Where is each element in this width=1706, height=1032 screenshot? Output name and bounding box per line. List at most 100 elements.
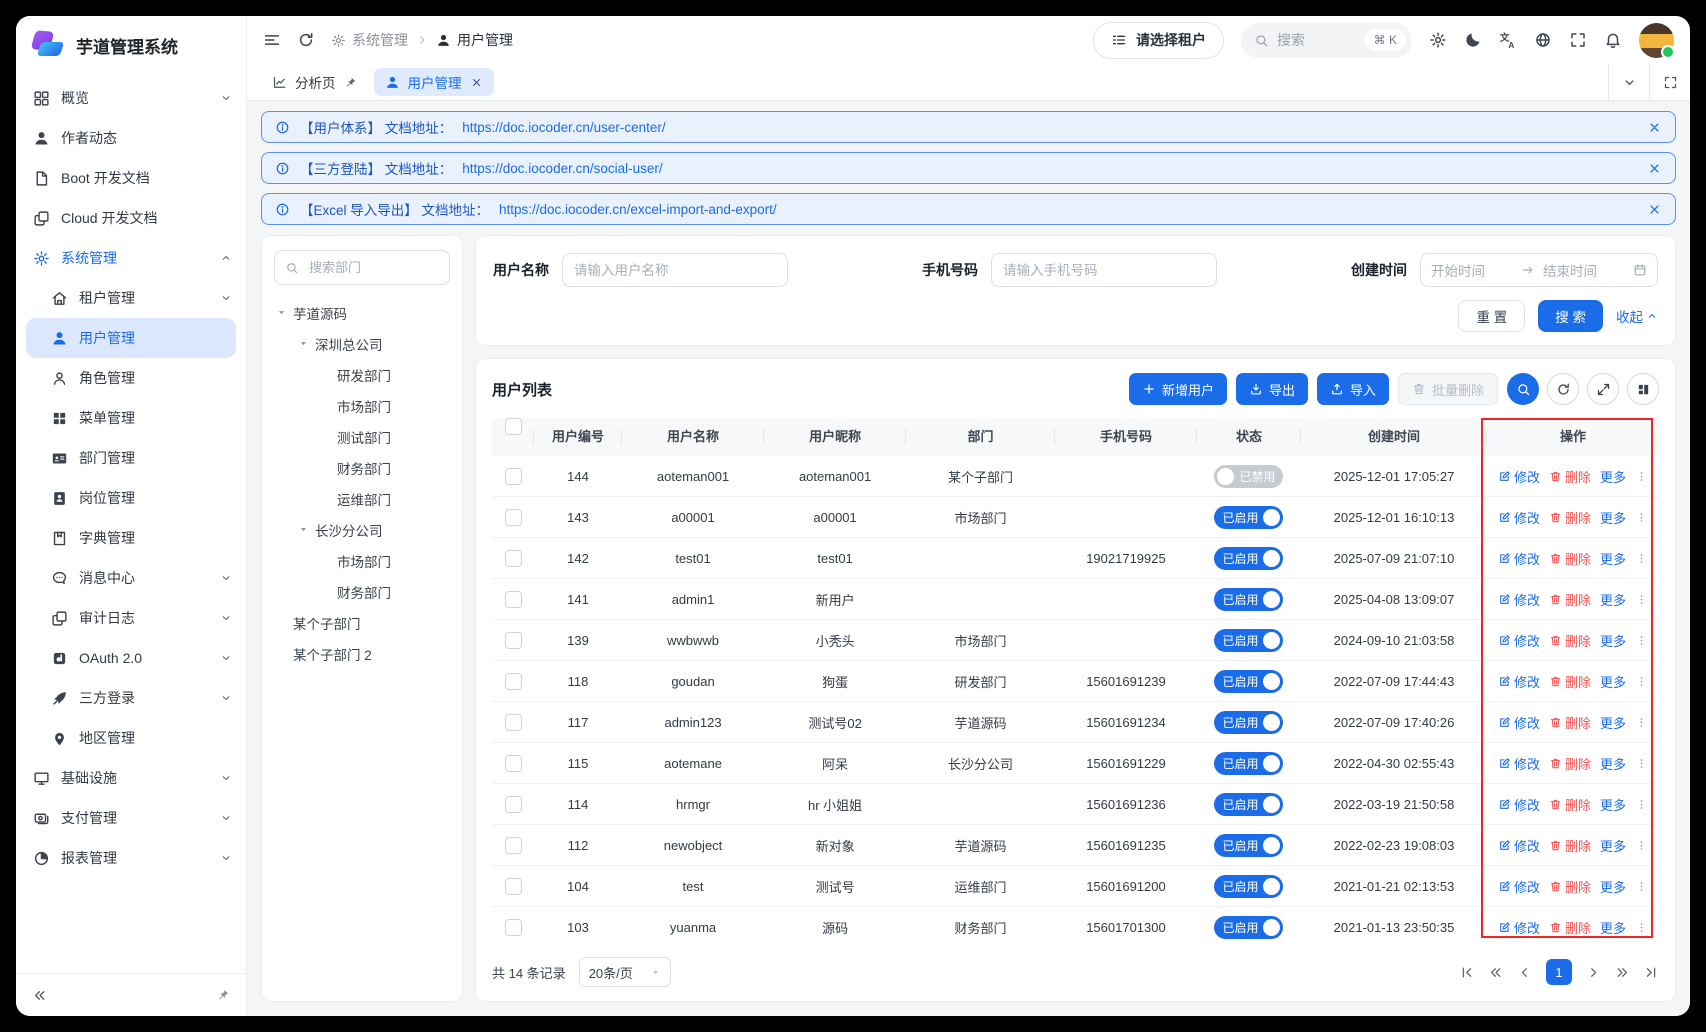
collapse-filter-link[interactable]: 收起	[1616, 306, 1658, 326]
sidebar-item[interactable]: 基础设施	[16, 758, 246, 798]
sidebar-item[interactable]: 审计日志	[16, 598, 246, 638]
sidebar-item[interactable]: 消息中心	[16, 558, 246, 598]
mobile-field[interactable]	[991, 253, 1217, 287]
pin-sidebar-icon[interactable]	[216, 988, 230, 1002]
sidebar-item[interactable]: 租户管理	[16, 278, 246, 318]
maximize-content-icon[interactable]	[1649, 64, 1690, 100]
more-action[interactable]: 更多	[1600, 508, 1626, 527]
table-row[interactable]: 114 hrmgr hr 小姐姐 15601691236 已启用	[492, 784, 1659, 825]
table-row[interactable]: 103 yuanma 源码 财务部门 15601701300 已启用	[492, 907, 1659, 944]
status-toggle[interactable]: 已启用	[1214, 506, 1283, 529]
more-action[interactable]: 更多	[1600, 467, 1626, 486]
delete-action[interactable]: 删除	[1549, 795, 1591, 814]
delete-action[interactable]: 删除	[1549, 467, 1591, 486]
table-row[interactable]: 112 newobject 新对象 芋道源码 15601691235 已启用	[492, 825, 1659, 866]
edit-action[interactable]: 修改	[1498, 672, 1540, 691]
sidebar-item[interactable]: OAuth 2.0	[16, 638, 246, 678]
close-icon[interactable]	[470, 76, 483, 89]
caret-down-icon[interactable]	[298, 338, 315, 349]
pin-icon[interactable]	[344, 76, 357, 89]
more-action[interactable]: 更多	[1600, 549, 1626, 568]
table-row[interactable]: 139 wwbwwb 小秃头 市场部门 已启用	[492, 620, 1659, 661]
select-all-checkbox[interactable]	[505, 418, 522, 435]
delete-action[interactable]: 删除	[1549, 877, 1591, 896]
row-more-dots-icon[interactable]	[1635, 634, 1648, 647]
page-size-select[interactable]: 20条/页	[579, 957, 671, 987]
delete-action[interactable]: 删除	[1549, 918, 1591, 937]
sidebar-item[interactable]: 字典管理	[16, 518, 246, 558]
row-checkbox[interactable]	[505, 468, 522, 485]
status-toggle[interactable]: 已启用	[1214, 629, 1283, 652]
row-checkbox[interactable]	[505, 796, 522, 813]
tree-node[interactable]: 芋道源码	[274, 297, 450, 328]
collapse-sidebar-icon[interactable]	[32, 988, 47, 1003]
sidebar-item[interactable]: Boot 开发文档	[16, 158, 246, 198]
select-tenant-button[interactable]: 请选择租户	[1093, 22, 1224, 59]
more-action[interactable]: 更多	[1600, 836, 1626, 855]
banner-link[interactable]: https://doc.iocoder.cn/excel-import-and-…	[499, 202, 777, 217]
tree-node[interactable]: 市场部门	[274, 545, 450, 576]
sidebar-item[interactable]: Cloud 开发文档	[16, 198, 246, 238]
status-toggle[interactable]: 已启用	[1214, 588, 1283, 611]
row-checkbox[interactable]	[505, 919, 522, 936]
table-row[interactable]: 144 aoteman001 aoteman001 某个子部门 已禁用	[492, 456, 1659, 497]
banner-link[interactable]: https://doc.iocoder.cn/social-user/	[462, 161, 662, 176]
sidebar-item[interactable]: 地区管理	[16, 718, 246, 758]
tree-node[interactable]: 运维部门	[274, 483, 450, 514]
table-row[interactable]: 104 test 测试号 运维部门 15601691200 已启用	[492, 866, 1659, 907]
pagination-first-icon[interactable]	[1459, 965, 1474, 980]
sidebar-item[interactable]: 用户管理	[26, 318, 236, 358]
sidebar-item[interactable]: 部门管理	[16, 438, 246, 478]
edit-action[interactable]: 修改	[1498, 590, 1540, 609]
row-more-dots-icon[interactable]	[1635, 798, 1648, 811]
sidebar-item[interactable]: 支付管理	[16, 798, 246, 838]
table-row[interactable]: 143 a00001 a00001 市场部门 已启用	[492, 497, 1659, 538]
toolbar-button[interactable]: 批量删除	[1398, 373, 1498, 405]
page-tab[interactable]: 分析页	[261, 68, 368, 96]
expand-icon[interactable]	[1569, 31, 1587, 49]
status-toggle[interactable]: 已启用	[1214, 834, 1283, 857]
row-checkbox[interactable]	[505, 878, 522, 895]
status-toggle[interactable]: 已启用	[1214, 875, 1283, 898]
page-tab[interactable]: 用户管理	[374, 68, 494, 96]
status-toggle[interactable]: 已启用	[1214, 793, 1283, 816]
app-logo-row[interactable]: 芋道管理系统	[16, 16, 246, 74]
edit-action[interactable]: 修改	[1498, 631, 1540, 650]
global-search[interactable]: 搜索 ⌘ K	[1241, 23, 1412, 58]
bell-icon[interactable]	[1604, 31, 1622, 49]
delete-action[interactable]: 删除	[1549, 549, 1591, 568]
row-checkbox[interactable]	[505, 632, 522, 649]
table-row[interactable]: 142 test01 test01 19021719925 已启用	[492, 538, 1659, 579]
edit-action[interactable]: 修改	[1498, 795, 1540, 814]
pagination-prev-group-icon[interactable]	[1488, 965, 1503, 980]
date-range-picker[interactable]: 开始时间 结束时间	[1420, 253, 1658, 287]
row-more-dots-icon[interactable]	[1635, 675, 1648, 688]
status-toggle[interactable]: 已禁用	[1214, 465, 1283, 488]
tree-node[interactable]: 长沙分公司	[274, 514, 450, 545]
banner-close-icon[interactable]	[1647, 161, 1662, 176]
row-more-dots-icon[interactable]	[1635, 593, 1648, 606]
status-toggle[interactable]: 已启用	[1214, 711, 1283, 734]
pagination-current-page[interactable]: 1	[1546, 959, 1572, 985]
pagination-next-group-icon[interactable]	[1615, 965, 1630, 980]
row-more-dots-icon[interactable]	[1635, 880, 1648, 893]
sidebar-item[interactable]: 系统管理	[16, 238, 246, 278]
delete-action[interactable]: 删除	[1549, 631, 1591, 650]
refresh-page-icon[interactable]	[297, 31, 315, 49]
row-checkbox[interactable]	[505, 673, 522, 690]
status-toggle[interactable]: 已启用	[1214, 752, 1283, 775]
department-search-input[interactable]	[307, 259, 439, 276]
sidebar-item[interactable]: 报表管理	[16, 838, 246, 878]
caret-down-icon[interactable]	[276, 307, 293, 318]
sidebar-item[interactable]: 岗位管理	[16, 478, 246, 518]
delete-action[interactable]: 删除	[1549, 754, 1591, 773]
pagination-next-icon[interactable]	[1586, 965, 1601, 980]
caret-down-icon[interactable]	[298, 524, 315, 535]
more-action[interactable]: 更多	[1600, 590, 1626, 609]
tree-node[interactable]: 财务部门	[274, 576, 450, 607]
tree-node[interactable]: 市场部门	[274, 390, 450, 421]
breadcrumb-parent[interactable]: 系统管理	[331, 30, 408, 50]
delete-action[interactable]: 删除	[1549, 836, 1591, 855]
clock-globe-icon[interactable]	[1534, 31, 1552, 49]
delete-action[interactable]: 删除	[1549, 590, 1591, 609]
